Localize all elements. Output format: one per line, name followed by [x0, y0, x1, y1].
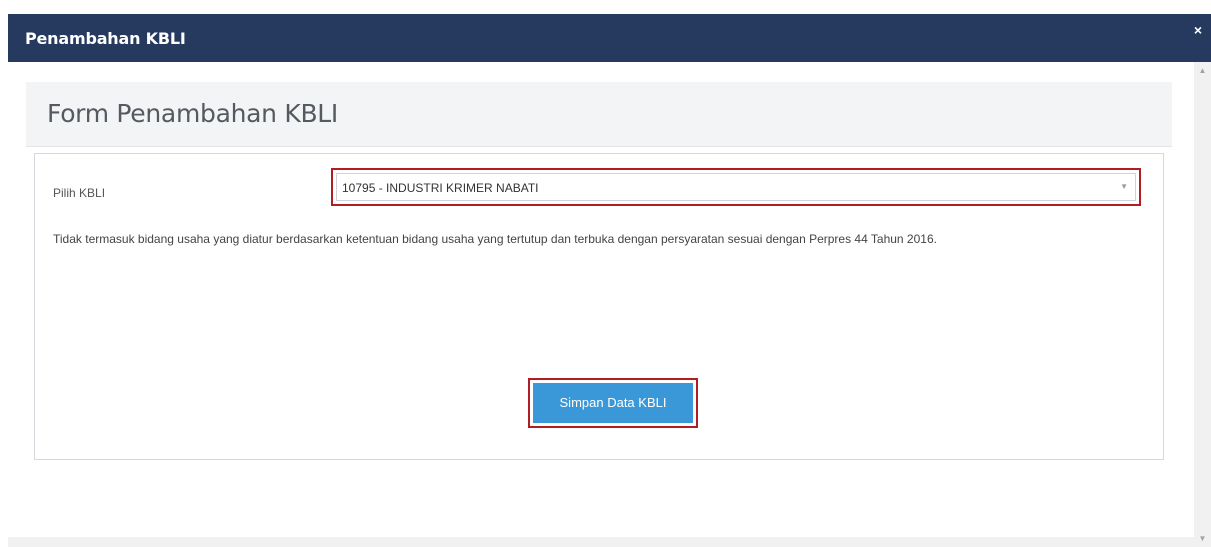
kbli-modal: Penambahan KBLI × Form Penambahan KBLI P…: [8, 14, 1211, 547]
modal-header: Penambahan KBLI ×: [8, 14, 1211, 62]
vertical-scrollbar[interactable]: ▲ ▼: [1194, 62, 1211, 547]
kbli-label: Pilih KBLI: [53, 186, 106, 200]
scroll-down-icon[interactable]: ▼: [1194, 530, 1211, 547]
form-heading: Form Penambahan KBLI: [47, 99, 338, 128]
save-kbli-button[interactable]: Simpan Data KBLI: [533, 383, 693, 423]
chevron-down-icon: ▼: [1120, 182, 1128, 191]
modal-title: Penambahan KBLI: [25, 29, 186, 48]
info-text: Tidak termasuk bidang usaha yang diatur …: [53, 232, 937, 246]
form-heading-box: Form Penambahan KBLI: [26, 82, 1172, 147]
close-icon[interactable]: ×: [1191, 22, 1205, 38]
form-panel: Pilih KBLI 10795 - INDUSTRI KRIMER NABAT…: [34, 153, 1164, 460]
kbli-select[interactable]: 10795 - INDUSTRI KRIMER NABATI ▼: [336, 173, 1136, 201]
kbli-selected-value: 10795 - INDUSTRI KRIMER NABATI: [342, 181, 539, 195]
scroll-up-icon[interactable]: ▲: [1194, 62, 1211, 79]
modal-body: Form Penambahan KBLI Pilih KBLI 10795 - …: [8, 62, 1194, 547]
horizontal-scrollbar[interactable]: [8, 537, 1194, 547]
